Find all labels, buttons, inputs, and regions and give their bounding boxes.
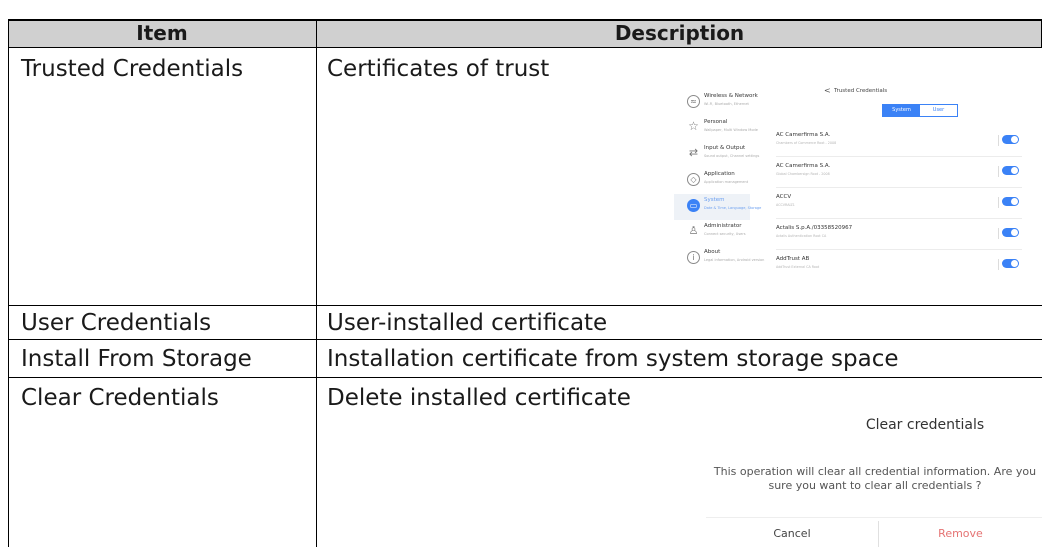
row-4-description: Delete installed certificate — [327, 385, 631, 411]
dialog-title: Clear credentials — [865, 417, 985, 433]
certificate-row: AC Camerfirma S.A. Chambers of Commerce … — [776, 126, 1022, 157]
certificate-toggle[interactable] — [1002, 135, 1019, 144]
certificate-toggle[interactable] — [1002, 197, 1019, 206]
table-left-border — [8, 19, 9, 547]
header-item: Item — [136, 21, 188, 45]
dialog-message-line-2: sure you want to clear all credentials ? — [768, 479, 982, 492]
row-1-item: Trusted Credentials — [21, 56, 244, 82]
tab-system[interactable]: System — [883, 105, 920, 116]
certificate-toggle[interactable] — [1002, 228, 1019, 237]
wifi-icon: ≈ — [687, 95, 700, 108]
menu-item-wireless[interactable]: ≈ Wireless & Network Wi-Fi, Bluetooth, E… — [674, 90, 758, 116]
row-divider — [8, 377, 1042, 378]
cancel-button[interactable]: Cancel — [706, 527, 878, 540]
system-icon: ▭ — [687, 199, 700, 212]
arrows-icon: ⇄ — [688, 146, 699, 159]
menu-item-administrator[interactable]: ♙ Administrator Connect security, Users — [674, 220, 750, 246]
row-3-description: Installation certificate from system sto… — [327, 346, 899, 372]
person-icon: ♙ — [688, 224, 699, 237]
remove-button[interactable]: Remove — [879, 527, 1042, 540]
row-divider — [8, 339, 1042, 340]
back-icon[interactable]: < — [824, 86, 831, 95]
certificate-toggle[interactable] — [1002, 259, 1019, 268]
certificate-row: Actalis S.p.A./03358520967 Actalis Authe… — [776, 219, 1022, 250]
certificate-row: ACCV ACCVRAIZ1 — [776, 188, 1022, 219]
row-2-description: User-installed certificate — [327, 310, 608, 336]
header-description: Description — [614, 21, 745, 45]
row-divider — [8, 305, 1042, 306]
header-bottom-border — [8, 47, 1042, 48]
dialog-message-line-1: This operation will clear all credential… — [713, 465, 1037, 478]
menu-item-personal[interactable]: ☆ Personal Wallpaper, Multi Window Mode — [674, 116, 758, 142]
app-icon: ◇ — [687, 173, 700, 186]
info-icon: i — [687, 251, 700, 264]
row-2-item: User Credentials — [21, 310, 212, 336]
page-title: Trusted Credentials — [834, 88, 888, 94]
menu-item-about[interactable]: i About Legal information, Android versi… — [674, 246, 764, 272]
row-3-item: Install From Storage — [21, 346, 252, 372]
tab-user[interactable]: User — [920, 105, 957, 116]
certificate-row: AC Camerfirma S.A. Global Chambersign Ro… — [776, 157, 1022, 188]
certificate-row: AddTrust AB AddTrust External CA Root — [776, 250, 1022, 280]
star-icon: ☆ — [688, 119, 699, 133]
row-1-description: Certificates of trust — [327, 56, 550, 82]
row-4-item: Clear Credentials — [21, 385, 219, 411]
column-divider — [316, 19, 317, 547]
menu-item-system[interactable]: ▭ System Date & Time, Language, Storage — [674, 194, 761, 220]
dialog-button-bar: Cancel Remove — [706, 517, 1042, 547]
menu-item-application[interactable]: ◇ Application Application management — [674, 168, 750, 194]
trusted-credentials-screenshot: ≈ Wireless & Network Wi-Fi, Bluetooth, E… — [674, 80, 1032, 305]
certificate-toggle[interactable] — [1002, 166, 1019, 175]
menu-item-input-output[interactable]: ⇄ Input & Output Sound output, Channel s… — [674, 142, 759, 168]
tab-switch: System User — [882, 104, 958, 117]
